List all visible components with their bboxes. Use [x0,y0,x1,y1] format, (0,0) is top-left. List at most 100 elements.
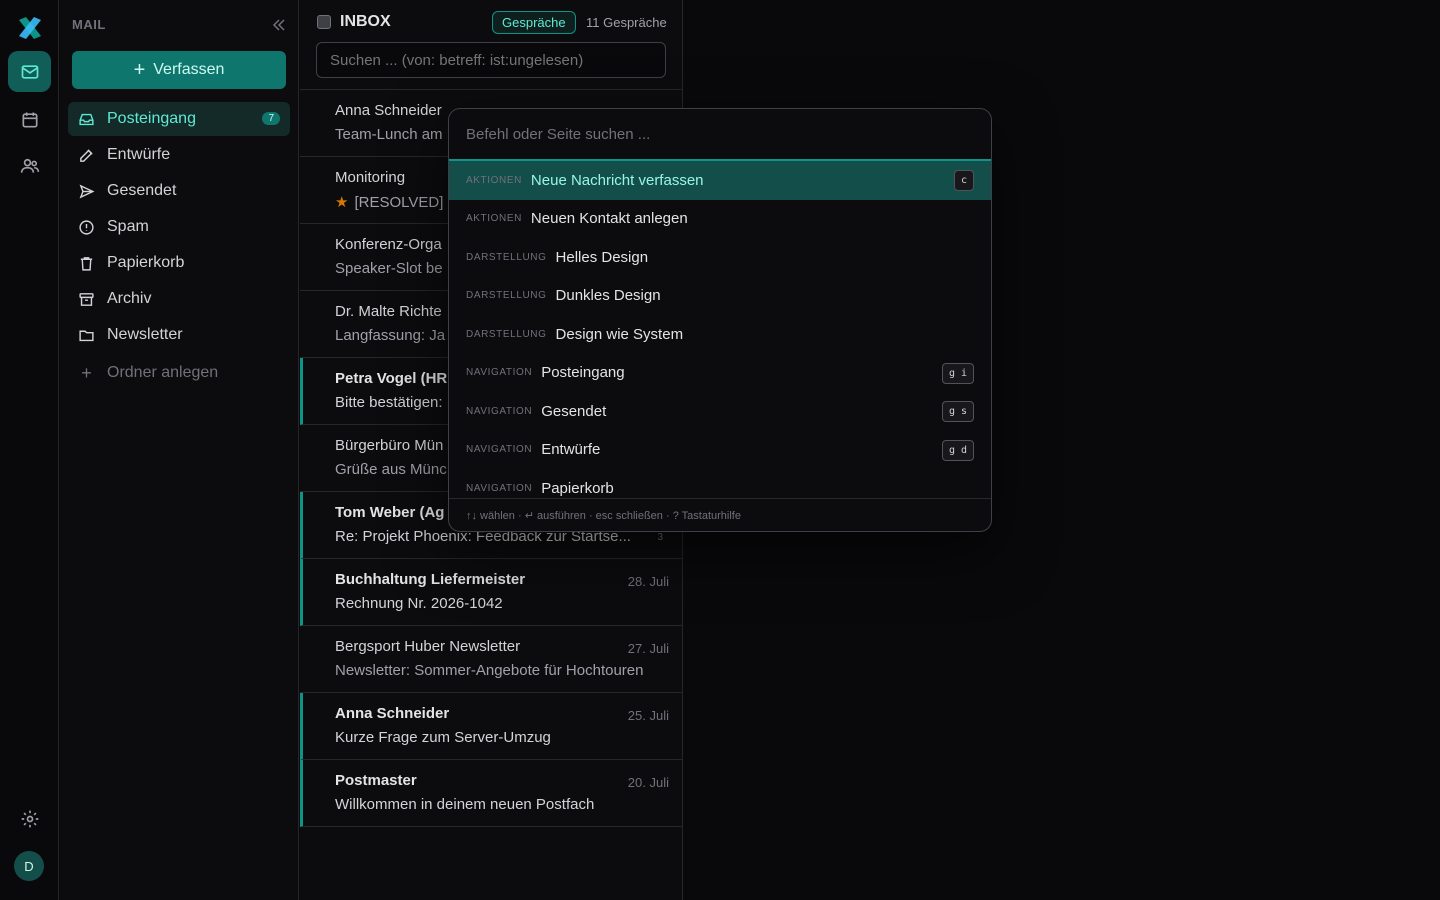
mail-subject: Langfassung: Ja [335,327,445,344]
mail-sender: Buchhaltung Liefermeister [335,571,526,588]
mail-sidebar: MAIL + Verfassen Posteingang 7 Entwürfe … [60,0,299,900]
mail-subject-text: Grüße aus Münc [335,461,447,478]
mail-date: 28. Juli [627,574,669,589]
sidebar-item-label: Newsletter [107,326,183,343]
mail-subject: Kurze Frage zum Server-Umzug [335,729,551,746]
mail-row[interactable]: Postmaster Willkommen in deinem neuen Pos… [300,760,682,827]
sidebar-item-archive[interactable]: Archiv [68,282,290,316]
sidebar-title: MAIL [72,17,106,32]
mail-sender: Dr. Malte Richte [335,303,442,320]
command-item[interactable]: NAVIGATION Posteingang g i [449,354,991,393]
inbox-icon [79,113,94,125]
mail-sender: Petra Vogel (HR [335,370,448,387]
logo-icon[interactable] [16,14,44,42]
sidebar-item-newsletter[interactable]: Newsletter [68,318,290,352]
mail-sender: Konferenz-Orga [335,236,442,253]
contacts-icon [20,158,39,173]
add-folder-label: Ordner anlegen [107,364,219,381]
command-category: DARSTELLUNG [466,328,547,340]
calendar-rail-button[interactable] [8,99,51,140]
sidebar-item-drafts[interactable]: Entwürfe [68,138,290,172]
contacts-rail-button[interactable] [8,145,51,186]
sidebar-item-trash[interactable]: Papierkorb [68,246,290,280]
mail-sender: Anna Schneider [335,102,442,119]
command-label: Gesendet [541,402,607,420]
mail-subject: Rechnung Nr. 2026-1042 [335,595,503,612]
command-item[interactable]: DARSTELLUNG Design wie System [449,315,991,354]
mail-subject-text: Speaker-Slot be [335,260,443,277]
folder-icon [79,330,94,341]
mail-sender: Postmaster [335,772,417,789]
mail-subject-text: Kurze Frage zum Server-Umzug [335,729,551,746]
mail-sender: Bergsport Huber Newsletter [335,638,521,655]
command-search-input[interactable]: Befehl oder Seite suchen ... [449,109,991,161]
command-item[interactable]: NAVIGATION Papierkorb [449,469,991,498]
command-category: NAVIGATION [466,405,533,417]
command-label: Design wie System [555,325,684,343]
mail-sender: Monitoring [335,169,406,186]
sidebar-item-label: Papierkorb [107,254,185,271]
mail-subject: Team-Lunch am [335,126,443,143]
sidebar-item-inbox[interactable]: Posteingang 7 [68,102,290,136]
alert-icon [79,219,94,235]
collapse-sidebar-icon[interactable] [272,18,286,32]
command-item[interactable]: DARSTELLUNG Dunkles Design [449,277,991,316]
command-item[interactable]: DARSTELLUNG Helles Design [449,238,991,277]
mail-subject: ★ [RESOLVED] [335,193,443,211]
conversation-view-toggle[interactable]: Gespräche [492,11,576,34]
add-folder-button[interactable]: + Ordner anlegen [68,356,290,390]
shortcut-hint: c [953,170,974,191]
pencil-icon [80,148,93,162]
settings-icon [21,810,38,827]
sidebar-item-label: Gesendet [107,182,177,199]
sidebar-item-label: Entwürfe [107,146,171,163]
sidebar-item-spam[interactable]: Spam [68,210,290,244]
command-label: Entwürfe [541,441,601,459]
mail-subject-text: Langfassung: Ja [335,327,446,344]
shortcut-hint: g i [941,362,974,384]
trash-icon [80,256,93,271]
command-category: AKTIONEN [466,213,522,225]
command-label: Posteingang [541,364,625,382]
sidebar-item-label: Posteingang [107,110,196,127]
star-icon[interactable]: ★ [335,194,348,211]
sidebar-item-sent[interactable]: Gesendet [68,174,290,208]
mail-subject: Bitte bestätigen: [335,394,443,411]
plus-icon: + [81,362,92,383]
compose-label: Verfassen [153,61,225,78]
command-label: Helles Design [555,248,649,266]
command-label: Neue Nachricht verfassen [530,171,704,189]
mail-sender: Tom Weber (Ag [335,504,445,521]
calendar-icon [22,112,37,127]
settings-rail-button[interactable] [8,798,51,839]
mail-subject: Speaker-Slot be [335,260,443,277]
mail-subject-text: Team-Lunch am [335,126,443,143]
list-header: INBOX Gespräche 11 Gespräche [300,0,682,90]
command-item[interactable]: AKTIONEN Neue Nachricht verfassen c [449,161,991,200]
mail-date: 25. Juli [627,708,669,723]
mail-row[interactable]: Buchhaltung Liefermeister Rechnung Nr. 20… [300,559,682,626]
command-label: Dunkles Design [555,287,661,305]
search-input[interactable] [316,42,666,78]
mail-subject: Newsletter: Sommer-Angebote für Hochtour… [335,662,643,679]
mail-subject: Grüße aus Münc [335,461,447,478]
command-item[interactable]: AKTIONEN Neuen Kontakt anlegen [449,200,991,239]
plus-icon: + [133,59,146,81]
folder-nav: Posteingang 7 Entwürfe Gesendet Spam Pap… [68,102,290,392]
palette-footer-hint: ↑↓ wählen · ↵ ausführen · esc schließen … [449,498,991,531]
command-palette: Befehl oder Seite suchen ... AKTIONEN Neu… [448,108,992,532]
mail-icon [21,64,38,79]
mail-rail-button[interactable] [8,51,51,92]
command-item[interactable]: NAVIGATION Gesendet g s [449,392,991,431]
command-category: NAVIGATION [466,367,533,379]
command-list: AKTIONEN Neue Nachricht verfassen c AKTIONE… [449,161,991,498]
command-label: Papierkorb [541,479,614,497]
mail-row[interactable]: Bergsport Huber Newsletter Newsletter: So… [300,626,682,693]
mail-date: 27. Juli [627,641,669,656]
mail-row[interactable]: Anna Schneider Kurze Frage zum Server-Umz… [300,693,682,760]
compose-button[interactable]: + Verfassen [72,51,286,89]
avatar[interactable]: D [14,851,44,881]
mail-date: 20. Juli [627,775,669,790]
command-item[interactable]: NAVIGATION Entwürfe g d [449,431,991,470]
select-all-checkbox[interactable] [317,15,331,29]
